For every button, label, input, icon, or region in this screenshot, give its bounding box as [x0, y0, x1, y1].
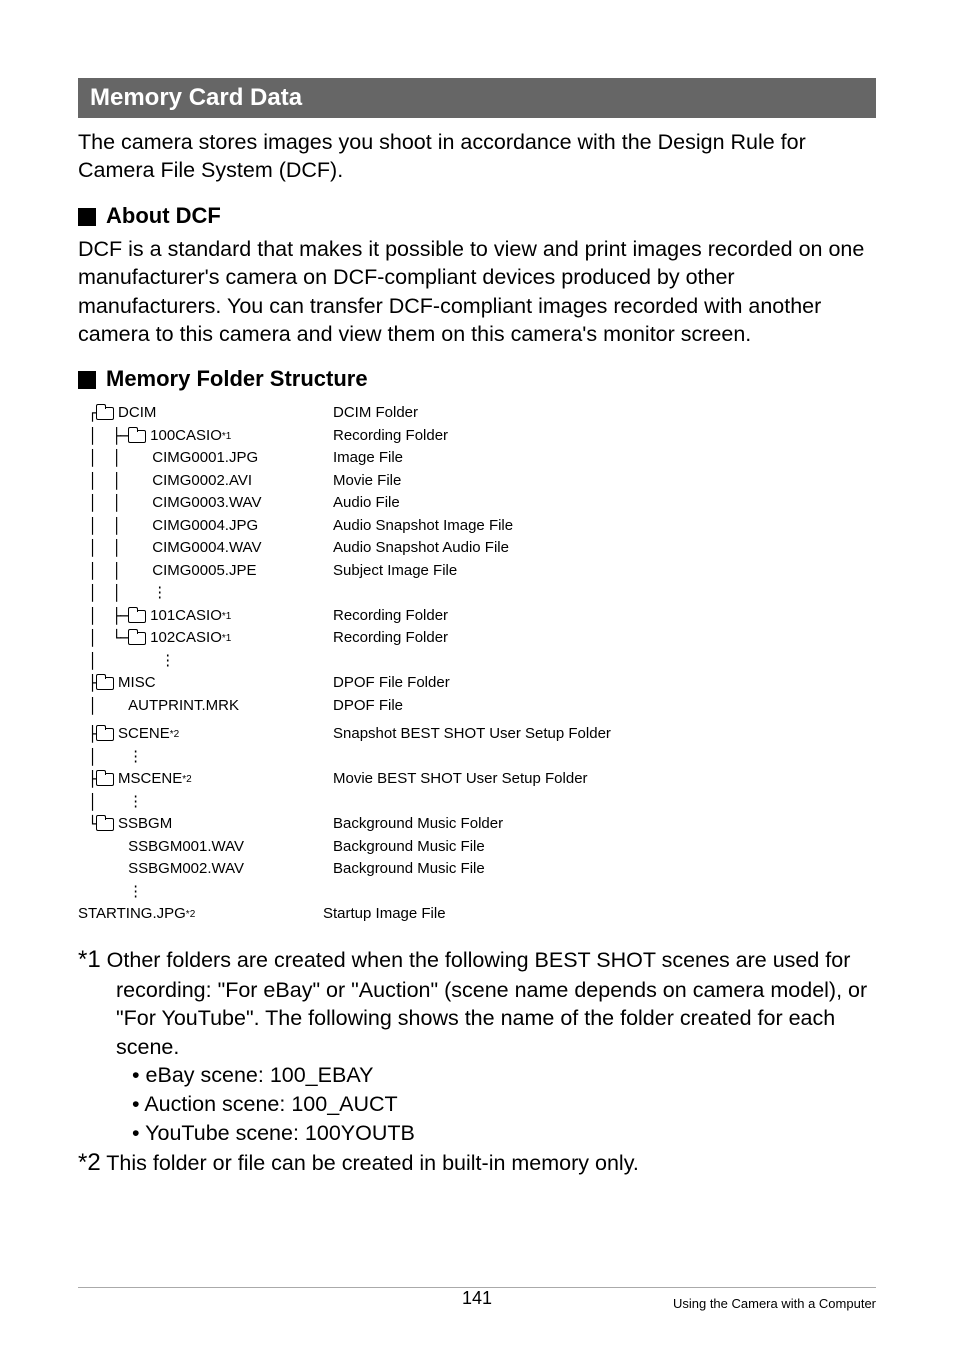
tree-desc: DPOF File — [333, 695, 403, 718]
subhead-about-dcf-label: About DCF — [106, 203, 221, 229]
tree-desc: DCIM Folder — [333, 402, 418, 425]
page-footer: Using the Camera with a Computer — [78, 1287, 876, 1311]
tree-node: CIMG0005.JPE — [152, 560, 256, 583]
tree-desc: Background Music File — [333, 836, 485, 859]
tree-desc: Audio Snapshot Image File — [333, 515, 513, 538]
vdots-icon: ⋮ — [152, 582, 167, 605]
tree-node: MISC — [118, 672, 156, 695]
tree-desc: Movie BEST SHOT User Setup Folder — [333, 768, 588, 791]
tree-desc: DPOF File Folder — [333, 672, 450, 695]
tree-node: MSCENE — [118, 768, 182, 791]
tree-sup: *2 — [170, 727, 179, 742]
tree-desc: Subject Image File — [333, 560, 457, 583]
footnote-2-text: This folder or file can be created in bu… — [106, 1151, 639, 1175]
tree-node: SSBGM001.WAV — [128, 836, 244, 859]
folder-icon — [128, 610, 146, 623]
tree-node: 102CASIO — [150, 627, 222, 650]
section-heading: Memory Card Data — [78, 78, 876, 118]
tree-desc: Background Music Folder — [333, 813, 503, 836]
folder-icon — [128, 430, 146, 443]
tree-sup: *1 — [222, 609, 231, 624]
tree-node: CIMG0001.JPG — [152, 447, 258, 470]
tree-desc: Background Music File — [333, 858, 485, 881]
tree-sup: *2 — [182, 772, 191, 787]
footnote-bullet-text: YouTube scene: 100YOUTB — [145, 1121, 415, 1145]
footnote-bullet: • Auction scene: 100_AUCT — [78, 1090, 876, 1119]
tree-desc: Movie File — [333, 470, 401, 493]
footer-right-text: Using the Camera with a Computer — [673, 1296, 876, 1311]
footnote-bullet-text: eBay scene: 100_EBAY — [146, 1063, 374, 1087]
subhead-memory-folder: Memory Folder Structure — [78, 366, 876, 392]
tree-node: 101CASIO — [150, 605, 222, 628]
footnotes-block: *1 Other folders are created when the fo… — [78, 944, 876, 1179]
tree-node: SSBGM002.WAV — [128, 858, 244, 881]
subhead-memory-folder-label: Memory Folder Structure — [106, 366, 368, 392]
tree-desc: Recording Folder — [333, 605, 448, 628]
tree-desc: Recording Folder — [333, 627, 448, 650]
tree-node: CIMG0004.WAV — [152, 537, 261, 560]
tree-desc: Snapshot BEST SHOT User Setup Folder — [333, 723, 611, 746]
tree-node: CIMG0003.WAV — [152, 492, 261, 515]
vdots-icon: ⋮ — [160, 650, 175, 673]
subhead-about-dcf: About DCF — [78, 203, 876, 229]
footnote-1-text: Other folders are created when the follo… — [107, 948, 867, 1059]
tree-desc: Audio File — [333, 492, 400, 515]
tree-node: STARTING.JPG — [78, 903, 186, 926]
folder-icon — [96, 773, 114, 786]
tree-node: CIMG0002.AVI — [152, 470, 252, 493]
square-bullet-icon — [78, 208, 96, 226]
folder-icon — [96, 818, 114, 831]
square-bullet-icon — [78, 371, 96, 389]
tree-node: AUTPRINT.MRK — [128, 695, 239, 718]
intro-text: The camera stores images you shoot in ac… — [78, 128, 876, 185]
tree-node: SSBGM — [118, 813, 172, 836]
footnote-2: *2 This folder or file can be created in… — [78, 1147, 876, 1179]
tree-sup: *1 — [222, 429, 231, 444]
vdots-icon: ⋮ — [128, 881, 143, 904]
tree-node: DCIM — [118, 402, 156, 425]
tree-desc: Image File — [333, 447, 403, 470]
folder-icon — [96, 728, 114, 741]
vdots-icon: ⋮ — [128, 791, 143, 814]
footnote-2-lead: *2 — [78, 1149, 101, 1176]
footnote-1: *1 Other folders are created when the fo… — [78, 944, 876, 1062]
tree-desc: Recording Folder — [333, 425, 448, 448]
footnote-bullet-text: Auction scene: 100_AUCT — [144, 1092, 397, 1116]
folder-icon — [96, 677, 114, 690]
tree-node: CIMG0004.JPG — [152, 515, 258, 538]
footnote-bullet: • YouTube scene: 100YOUTB — [78, 1119, 876, 1148]
tree-desc: Audio Snapshot Audio File — [333, 537, 509, 560]
tree-desc: Startup Image File — [323, 903, 446, 926]
tree-sup: *2 — [186, 907, 195, 922]
footnote-1-lead: *1 — [78, 946, 101, 973]
vdots-icon: ⋮ — [128, 746, 143, 769]
about-dcf-body: DCF is a standard that makes it possible… — [78, 235, 876, 349]
folder-icon — [96, 407, 114, 420]
folder-tree: ┌ DCIMDCIM Folder │ ├─ 100CASIO*1Recordi… — [88, 402, 876, 926]
footnote-bullet: • eBay scene: 100_EBAY — [78, 1061, 876, 1090]
tree-node: SCENE — [118, 723, 170, 746]
folder-icon — [128, 632, 146, 645]
tree-node: 100CASIO — [150, 425, 222, 448]
tree-sup: *1 — [222, 631, 231, 646]
